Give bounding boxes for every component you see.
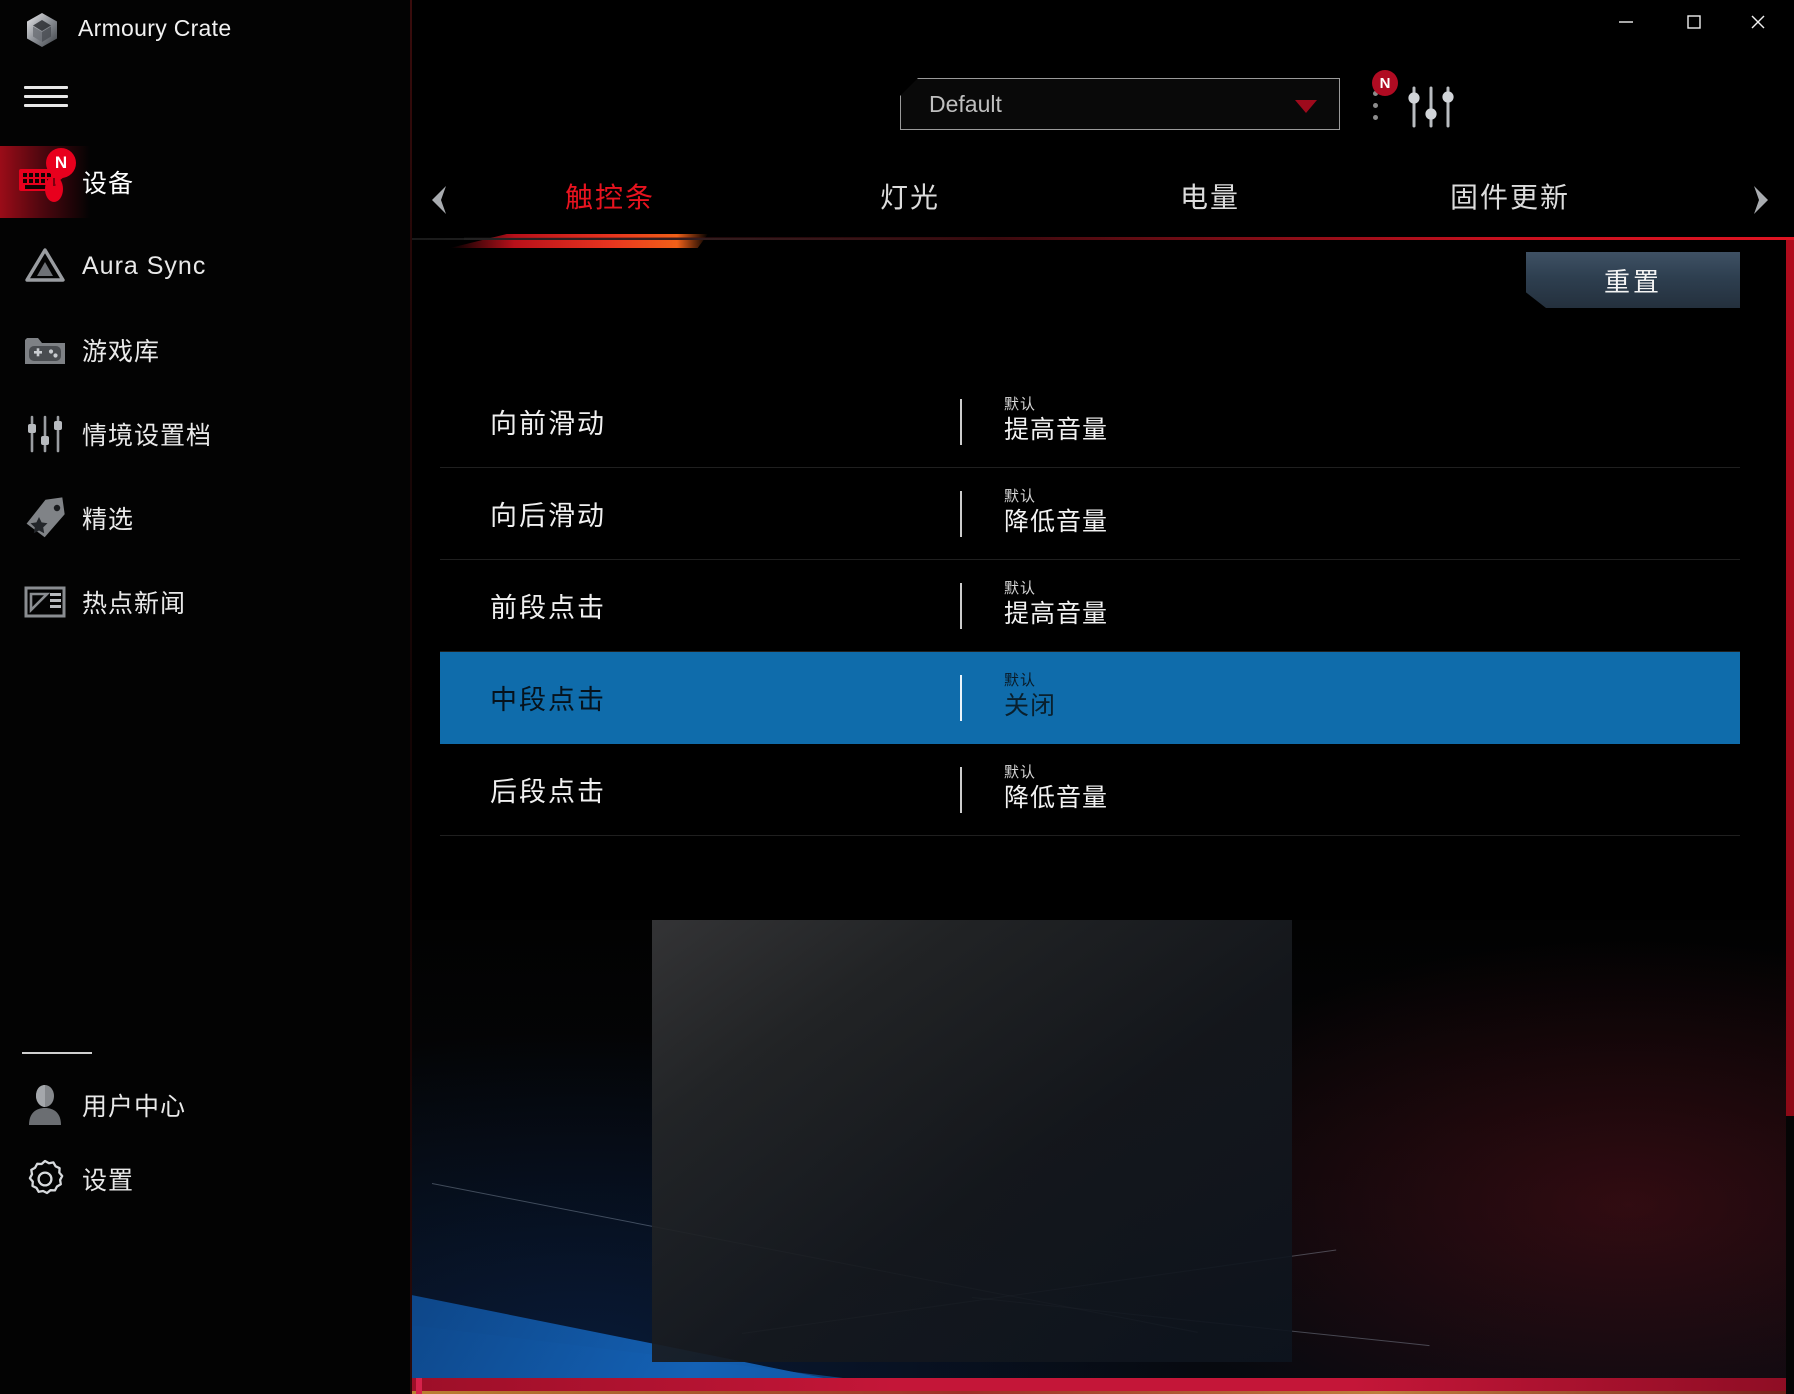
table-row[interactable]: 前段点击 默认 提高音量 <box>440 560 1740 652</box>
device-preview <box>412 920 1794 1394</box>
minimize-button[interactable] <box>1594 0 1658 44</box>
row-action-label: 前段点击 <box>490 593 606 623</box>
sidebar-item-label: 设备 <box>82 170 135 198</box>
featured-tag-icon <box>8 497 82 539</box>
aura-sync-icon <box>8 246 82 286</box>
sidebar-divider <box>22 1052 92 1054</box>
gear-icon <box>8 1157 82 1201</box>
tab-label: 触控条 <box>564 182 655 213</box>
sidebar-item-featured[interactable]: 精选 <box>0 476 412 560</box>
sidebar-item-aura-sync[interactable]: Aura Sync <box>0 224 412 308</box>
row-action-label: 后段点击 <box>490 777 606 807</box>
sidebar-item-label: 精选 <box>82 506 135 534</box>
row-value-label: 降低音量 <box>1004 508 1109 536</box>
table-row[interactable]: 向后滑动 默认 降低音量 <box>440 468 1740 560</box>
sidebar-item-label: 游戏库 <box>82 338 161 366</box>
tab-bar: 触控条 灯光 电量 固件更新 <box>412 156 1794 248</box>
row-value[interactable]: 默认 提高音量 <box>1004 396 1108 446</box>
news-icon <box>8 582 82 622</box>
row-action-label: 中段点击 <box>490 685 606 715</box>
tab-battery[interactable]: 电量 <box>1060 168 1360 224</box>
row-action-label: 向后滑动 <box>490 501 606 531</box>
sidebar-item-user-center[interactable]: 用户中心 <box>0 1068 412 1142</box>
row-value[interactable]: 默认 降低音量 <box>1004 488 1108 538</box>
main-content: Default N 触控条 灯光 电量 固件更新 重置 向前滑动 默认 提高音量… <box>412 0 1794 1394</box>
table-row[interactable]: 后段点击 默认 降低音量 <box>440 744 1740 836</box>
row-default-tag: 默认 <box>1004 672 1037 689</box>
row-divider <box>960 674 962 721</box>
device-render-image <box>652 920 1292 1362</box>
content-top-accent-line <box>464 237 1794 240</box>
sidebar-nav: N 设备 Aura Sync 游戏库 情境设置档 精选 热点新闻 <box>0 140 412 644</box>
row-value[interactable]: 默认 关闭 <box>1004 672 1056 722</box>
profile-select[interactable]: Default <box>900 78 1340 130</box>
row-default-tag: 默认 <box>1004 396 1037 413</box>
sidebar-item-label: 用户中心 <box>82 1093 187 1121</box>
reset-button[interactable]: 重置 <box>1526 252 1740 308</box>
row-value[interactable]: 默认 提高音量 <box>1004 580 1108 630</box>
sidebar-item-settings[interactable]: 设置 <box>0 1142 412 1216</box>
chevron-left-icon[interactable] <box>420 180 460 220</box>
row-divider <box>960 766 962 813</box>
armoury-crate-window: Armoury Crate N 设备 Aura Sync 游戏库 情境设置档 精… <box>0 0 1794 1394</box>
table-row[interactable]: 向前滑动 默认 提高音量 <box>440 376 1740 468</box>
table-row-selected[interactable]: 中段点击 默认 关闭 <box>440 652 1740 744</box>
row-default-tag: 默认 <box>1004 764 1037 781</box>
row-divider <box>960 582 962 629</box>
sidebar-item-game-library[interactable]: 游戏库 <box>0 308 412 392</box>
sidebar-item-label: 设置 <box>82 1167 135 1195</box>
preview-strip-tick <box>416 1378 422 1394</box>
sidebar-item-label: 情境设置档 <box>82 422 213 450</box>
reset-button-label: 重置 <box>1603 266 1662 297</box>
tab-label: 灯光 <box>879 182 940 213</box>
tab-firmware-update[interactable]: 固件更新 <box>1360 168 1660 224</box>
sidebar-bottom-nav: 用户中心 设置 <box>0 1052 412 1216</box>
close-button[interactable] <box>1726 0 1790 44</box>
chevron-right-icon[interactable] <box>1740 180 1780 220</box>
app-title: Armoury Crate <box>78 15 232 41</box>
row-value[interactable]: 默认 降低音量 <box>1004 764 1108 814</box>
sidebar-item-label: 热点新闻 <box>82 590 187 618</box>
tab-touchbar[interactable]: 触控条 <box>450 168 760 248</box>
sliders-icon[interactable] <box>1404 84 1458 130</box>
row-value-label: 提高音量 <box>1004 416 1109 444</box>
sidebar-item-news[interactable]: 热点新闻 <box>0 560 412 644</box>
sidebar-item-scenario-profiles[interactable]: 情境设置档 <box>0 392 412 476</box>
vertical-scrollbar-thumb[interactable] <box>1786 240 1794 1116</box>
chevron-down-icon <box>1295 100 1317 113</box>
row-value-label: 提高音量 <box>1004 600 1109 628</box>
tab-label: 固件更新 <box>1449 182 1570 213</box>
scenario-profiles-icon <box>8 413 82 455</box>
title-bar: Armoury Crate <box>0 0 1794 58</box>
row-divider <box>960 398 962 445</box>
maximize-button[interactable] <box>1662 0 1726 44</box>
user-center-icon <box>8 1083 82 1127</box>
touchbar-action-list: 向前滑动 默认 提高音量 向后滑动 默认 降低音量 前段点击 默认 提高音量 中… <box>440 376 1740 836</box>
row-value-label: 降低音量 <box>1004 784 1109 812</box>
more-menu-new-badge: N <box>1372 70 1398 96</box>
row-default-tag: 默认 <box>1004 580 1037 597</box>
sidebar: N 设备 Aura Sync 游戏库 情境设置档 精选 热点新闻 用户中心 设置 <box>0 0 412 1394</box>
armoury-crate-logo-icon <box>22 10 62 50</box>
profile-bar: Default N <box>412 58 1794 156</box>
devices-new-badge: N <box>46 148 76 178</box>
row-default-tag: 默认 <box>1004 488 1037 505</box>
profile-select-value: Default <box>929 91 1002 117</box>
tab-lighting[interactable]: 灯光 <box>760 168 1060 224</box>
game-library-icon <box>8 330 82 370</box>
preview-bottom-strip <box>412 1378 1794 1394</box>
row-value-label: 关闭 <box>1004 692 1057 720</box>
hamburger-menu-icon[interactable] <box>24 80 68 114</box>
vertical-scrollbar[interactable] <box>1786 240 1794 1394</box>
row-divider <box>960 490 962 537</box>
row-action-label: 向前滑动 <box>490 409 606 439</box>
sidebar-item-label: Aura Sync <box>82 251 207 280</box>
sidebar-item-devices[interactable]: N 设备 <box>0 140 412 224</box>
tab-label: 电量 <box>1179 182 1240 213</box>
